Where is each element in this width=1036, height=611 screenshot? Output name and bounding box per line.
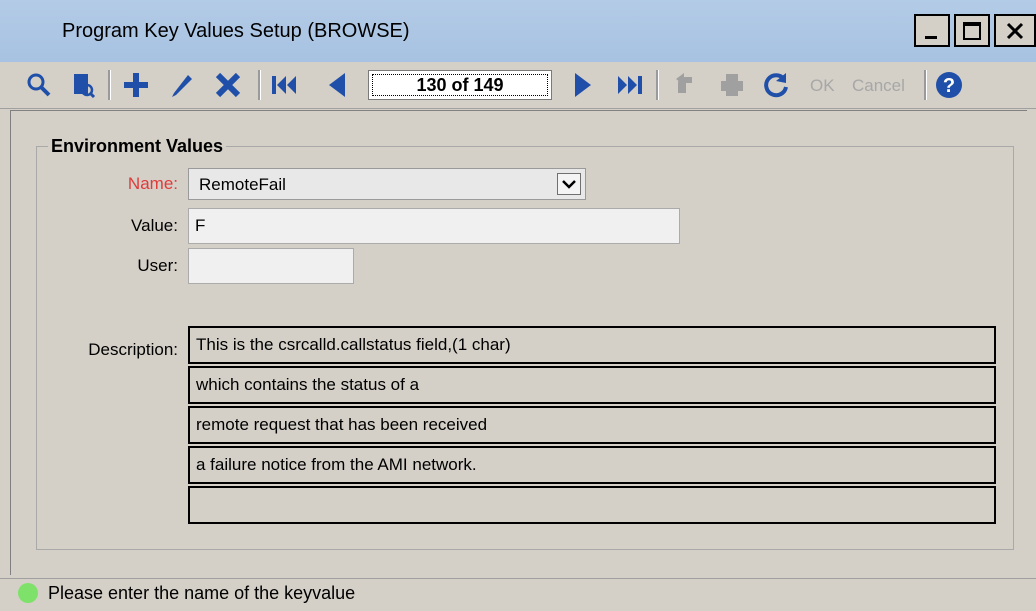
svg-text:?: ? [943, 75, 955, 97]
close-button[interactable] [994, 14, 1036, 47]
print-button[interactable] [716, 68, 748, 102]
toolbar-separator [258, 70, 261, 100]
user-label: User: [137, 256, 178, 275]
title-bar: Program Key Values Setup (BROWSE) [0, 0, 1036, 62]
name-combobox[interactable]: RemoteFail [188, 168, 586, 200]
description-line-1[interactable]: This is the csrcalld.callstatus field,(1… [188, 326, 996, 364]
search-button[interactable] [24, 68, 54, 102]
next-record-button[interactable] [568, 68, 598, 102]
undo-icon [676, 73, 692, 93]
window-title: Program Key Values Setup (BROWSE) [62, 20, 410, 42]
toolbar-separator [108, 70, 111, 100]
toolbar-separator [656, 70, 659, 100]
last-record-icon [618, 76, 642, 94]
toolbar-separator [924, 70, 927, 100]
group-title: Environment Values [48, 136, 227, 157]
minimize-icon [925, 35, 937, 39]
print-preview-icon [74, 74, 96, 98]
refresh-button[interactable] [760, 68, 792, 102]
delete-record-button[interactable] [212, 68, 244, 102]
value-label: Value: [131, 216, 178, 235]
user-field[interactable] [188, 248, 354, 284]
description-line-3[interactable]: remote request that has been received [188, 406, 996, 444]
printer-icon [721, 74, 743, 96]
name-dropdown-button[interactable] [557, 173, 581, 195]
toolbar: 130 of 149 OK Cancel ? [0, 62, 1036, 109]
status-indicator-icon [18, 583, 38, 603]
add-record-button[interactable] [120, 68, 152, 102]
undo-button[interactable] [668, 68, 700, 102]
description-label: Description: [88, 340, 178, 359]
minimize-button[interactable] [914, 14, 950, 47]
close-icon [1006, 22, 1024, 39]
first-record-icon [272, 76, 296, 94]
description-line-2[interactable]: which contains the status of a [188, 366, 996, 404]
chevron-down-icon [562, 180, 576, 189]
status-message: Please enter the name of the keyvalue [48, 583, 356, 603]
help-icon: ? [936, 72, 962, 98]
record-position-text: 130 of 149 [372, 74, 548, 96]
maximize-icon [963, 21, 981, 40]
ok-button[interactable]: OK [810, 76, 835, 96]
delete-icon [215, 72, 241, 98]
last-record-button[interactable] [612, 68, 646, 102]
record-position-box[interactable]: 130 of 149 [368, 70, 552, 100]
value-field[interactable]: F [188, 208, 680, 244]
search-icon [27, 73, 51, 97]
print-preview-button[interactable] [68, 68, 98, 102]
previous-record-button[interactable] [322, 68, 352, 102]
previous-icon [329, 73, 345, 97]
edit-record-button[interactable] [166, 68, 198, 102]
first-record-button[interactable] [268, 68, 302, 102]
help-button[interactable]: ? [932, 68, 966, 102]
plus-icon [124, 73, 148, 97]
name-label: Name: [127, 174, 178, 193]
maximize-button[interactable] [954, 14, 990, 47]
refresh-icon [764, 73, 788, 98]
name-combobox-value: RemoteFail [199, 175, 286, 194]
description-line-5[interactable] [188, 486, 996, 524]
cancel-button[interactable]: Cancel [852, 76, 905, 96]
pencil-icon [172, 75, 192, 97]
next-icon [575, 73, 591, 97]
description-line-4[interactable]: a failure notice from the AMI network. [188, 446, 996, 484]
